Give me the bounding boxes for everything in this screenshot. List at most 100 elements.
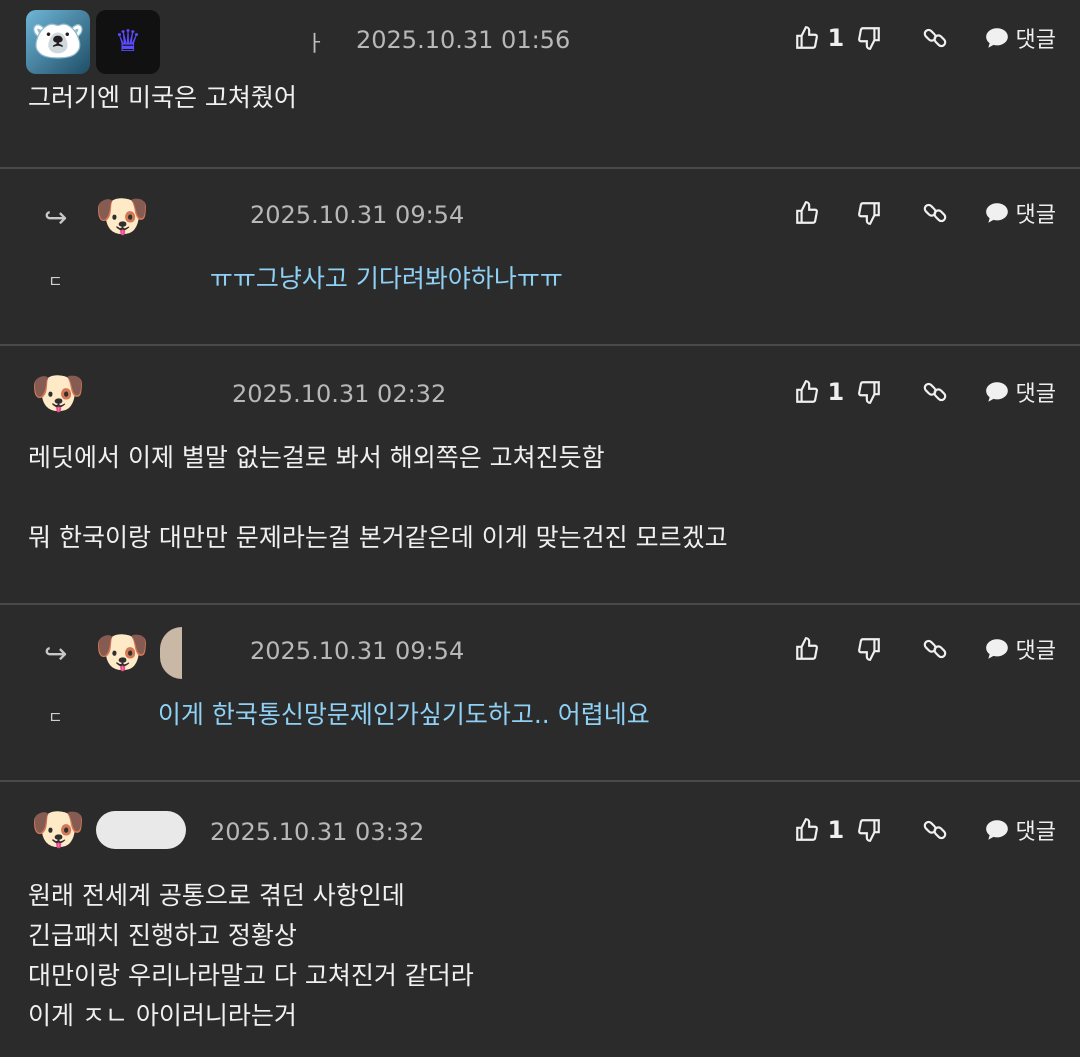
like-count: 1 bbox=[827, 378, 845, 406]
thumbs-up-icon bbox=[795, 201, 818, 224]
avatar[interactable]: 🐶 bbox=[26, 798, 90, 862]
reply-arrow-icon: ↪ bbox=[44, 201, 68, 234]
comment-body: ㄷ 이게 한국통신망문제인가싶기도하고.. 어렵네요 bbox=[0, 689, 1080, 738]
speech-bubble-icon bbox=[985, 820, 1008, 840]
link-icon bbox=[923, 203, 946, 223]
comment-text: 그러기엔 미국은 고쳐줬어 bbox=[28, 83, 297, 112]
comment-body: 레딧에서 이제 별말 없는걸로 봐서 해외쪽은 고쳐진듯함 뭐 한국이랑 대만만… bbox=[0, 438, 1080, 558]
comment-actions: 댓글 bbox=[794, 633, 1056, 665]
comment-header: 🐶 2025.10.31 03:32 1 댓글 bbox=[0, 782, 1080, 876]
like-count: 1 bbox=[827, 24, 845, 52]
avatar[interactable]: 🐶 bbox=[90, 185, 154, 249]
like-count: 1 bbox=[827, 816, 845, 844]
link-icon bbox=[923, 382, 946, 402]
comment-text: 대만이랑 우리나라말고 다 고쳐진거 같더라 bbox=[28, 961, 474, 990]
timestamp: 2025.10.31 01:56 bbox=[356, 26, 571, 54]
copy-link-button[interactable] bbox=[922, 200, 984, 226]
comment-header: ↪ 🐶 2025.10.31 09:54 댓글 bbox=[0, 605, 1080, 689]
comment-text: 레딧에서 이제 별말 없는걸로 봐서 해외쪽은 고쳐진듯함 bbox=[28, 443, 605, 472]
comment-actions: 댓글 bbox=[794, 197, 1056, 229]
comment-actions: 1 댓글 bbox=[794, 814, 1056, 846]
reply-text: 이게 한국통신망문제인가싶기도하고.. 어렵네요 bbox=[157, 700, 650, 729]
timestamp: 2025.10.31 09:54 bbox=[250, 637, 465, 665]
comment-body: 원래 전세계 공통으로 겪던 사항인데 긴급패치 진행하고 정황상 대만이랑 우… bbox=[0, 876, 1080, 1036]
reply-label: 댓글 bbox=[1015, 820, 1056, 845]
reply-comment: ↪ 🐶 2025.10.31 09:54 댓글 ㄷ bbox=[0, 605, 1080, 782]
thumbs-down-icon bbox=[857, 381, 880, 404]
thumbs-up-icon bbox=[795, 26, 818, 49]
link-icon bbox=[923, 639, 946, 659]
comment-header: 🐶 2025.10.31 02:32 1 댓글 bbox=[0, 346, 1080, 438]
comment-actions: 1 댓글 bbox=[794, 22, 1056, 54]
copy-link-button[interactable] bbox=[922, 817, 984, 843]
avatar-group: 🐶 bbox=[26, 798, 186, 862]
reply-label: 댓글 bbox=[1015, 28, 1056, 53]
reply-button[interactable]: 댓글 bbox=[984, 376, 1056, 408]
avatar[interactable]: 🐶 bbox=[90, 621, 154, 685]
thumbs-up-icon bbox=[795, 380, 818, 403]
like-button[interactable] bbox=[794, 636, 856, 662]
avatar-group: 🐶 bbox=[90, 621, 182, 685]
avatar-badge bbox=[160, 627, 182, 679]
avatar[interactable]: 🐶 bbox=[26, 362, 90, 426]
link-icon bbox=[923, 28, 946, 48]
avatar-group: 🐶 bbox=[26, 362, 90, 426]
speech-bubble-icon bbox=[985, 639, 1008, 659]
dislike-button[interactable] bbox=[856, 817, 922, 843]
reply-button[interactable]: 댓글 bbox=[984, 814, 1056, 846]
comment: 🐶 2025.10.31 02:32 1 댓글 레딧에서 이제 별말 없는걸로 … bbox=[0, 346, 1080, 605]
mention[interactable]: ㄷ bbox=[48, 262, 72, 302]
dislike-button[interactable] bbox=[856, 200, 922, 226]
thumbs-down-icon bbox=[857, 638, 880, 661]
nickname[interactable]: ㅏ bbox=[305, 26, 325, 58]
nickname-badge bbox=[96, 811, 186, 849]
speech-bubble-icon bbox=[985, 203, 1008, 223]
like-button[interactable]: 1 bbox=[794, 24, 856, 52]
copy-link-button[interactable] bbox=[922, 379, 984, 405]
timestamp: 2025.10.31 03:32 bbox=[210, 818, 425, 846]
thumbs-down-icon bbox=[857, 27, 880, 50]
avatar-group: 🐻‍❄️ ♛ bbox=[26, 10, 160, 74]
reply-text: ㅠㅠ그냥사고 기다려봐야하나ㅠㅠ bbox=[209, 264, 563, 293]
avatar-badge: ♛ bbox=[96, 10, 160, 74]
dislike-button[interactable] bbox=[856, 379, 922, 405]
comment-header: ↪ 🐶 2025.10.31 09:54 댓글 bbox=[0, 169, 1080, 253]
reply-label: 댓글 bbox=[1015, 639, 1056, 664]
thumbs-up-icon bbox=[795, 637, 818, 660]
like-button[interactable]: 1 bbox=[794, 378, 856, 406]
timestamp: 2025.10.31 09:54 bbox=[250, 201, 465, 229]
reply-arrow-icon: ↪ bbox=[44, 637, 68, 670]
speech-bubble-icon bbox=[985, 28, 1008, 48]
reply-label: 댓글 bbox=[1015, 203, 1056, 228]
reply-button[interactable]: 댓글 bbox=[984, 633, 1056, 665]
comment-actions: 1 댓글 bbox=[794, 376, 1056, 408]
comment: 🐶 2025.10.31 03:32 1 댓글 원래 전세계 공통으로 겪던 사… bbox=[0, 782, 1080, 1057]
comment-text: 긴급패치 진행하고 정황상 bbox=[28, 921, 297, 950]
comment-text: 원래 전세계 공통으로 겪던 사항인데 bbox=[28, 881, 405, 910]
reply-label: 댓글 bbox=[1015, 382, 1056, 407]
comment-body: ㄷ ㅠㅠ그냥사고 기다려봐야하나ㅠㅠ bbox=[0, 253, 1080, 302]
comment-header: 🐻‍❄️ ♛ ㅏ 2025.10.31 01:56 1 댓글 bbox=[0, 0, 1080, 78]
thumbs-down-icon bbox=[857, 202, 880, 225]
avatar-group: 🐶 bbox=[90, 185, 154, 249]
dislike-button[interactable] bbox=[856, 636, 922, 662]
link-icon bbox=[923, 820, 946, 840]
speech-bubble-icon bbox=[985, 382, 1008, 402]
copy-link-button[interactable] bbox=[922, 636, 984, 662]
thumbs-down-icon bbox=[857, 819, 880, 842]
like-button[interactable] bbox=[794, 200, 856, 226]
copy-link-button[interactable] bbox=[922, 25, 984, 51]
reply-button[interactable]: 댓글 bbox=[984, 197, 1056, 229]
avatar[interactable]: 🐻‍❄️ bbox=[26, 10, 90, 74]
mention[interactable]: ㄷ bbox=[48, 698, 72, 738]
reply-button[interactable]: 댓글 bbox=[984, 22, 1056, 54]
thumbs-up-icon bbox=[795, 818, 818, 841]
timestamp: 2025.10.31 02:32 bbox=[232, 380, 447, 408]
comment: 🐻‍❄️ ♛ ㅏ 2025.10.31 01:56 1 댓글 그러기엔 미국은 … bbox=[0, 0, 1080, 169]
reply-comment: ↪ 🐶 2025.10.31 09:54 댓글 ㄷ bbox=[0, 169, 1080, 346]
comment-text: 뭐 한국이랑 대만만 문제라는걸 본거같은데 이게 맞는건진 모르겠고 bbox=[28, 523, 728, 552]
comment-body: 그러기엔 미국은 고쳐줬어 bbox=[0, 78, 1080, 118]
dislike-button[interactable] bbox=[856, 25, 922, 51]
like-button[interactable]: 1 bbox=[794, 816, 856, 844]
